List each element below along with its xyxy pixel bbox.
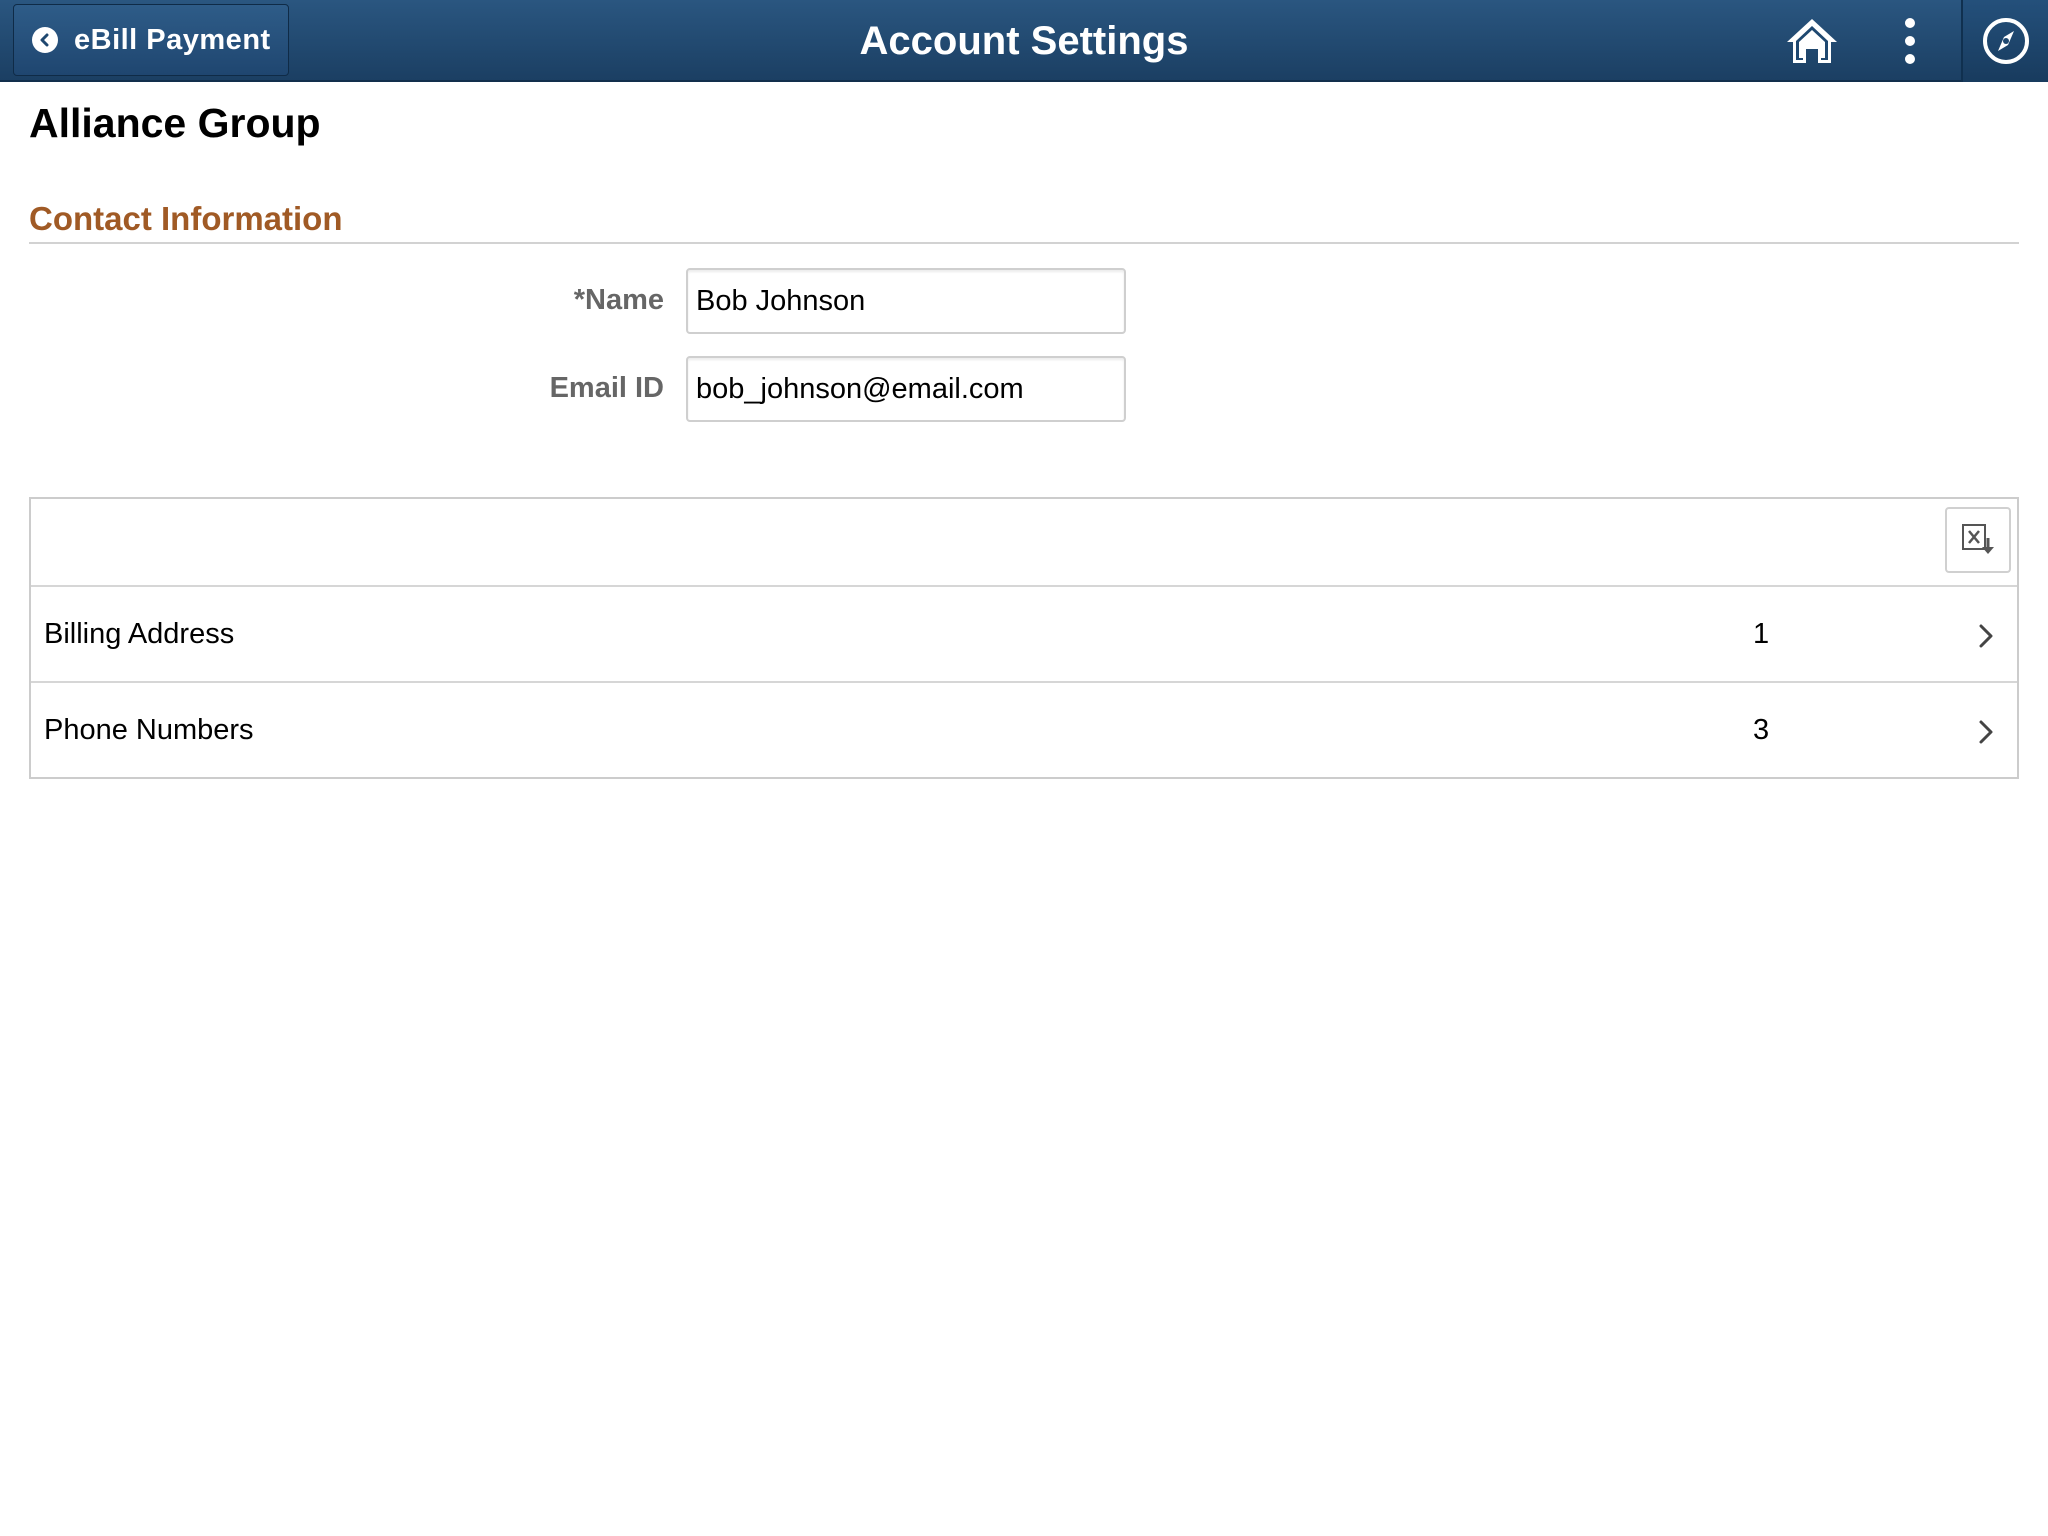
- row-count: 3: [1753, 714, 1770, 746]
- compass-icon: [1982, 18, 2029, 64]
- banner: eBill Payment Account Settings: [0, 0, 2048, 82]
- row-label: Phone Numbers: [44, 714, 254, 746]
- back-button-label: eBill Payment: [74, 23, 271, 56]
- page-header-title: Account Settings: [859, 19, 1189, 63]
- section-title-contact-information: Contact Information: [29, 200, 343, 237]
- email-field[interactable]: [686, 356, 1126, 422]
- grid-toolbar: [31, 499, 2017, 587]
- page-title: Alliance Group: [29, 100, 321, 146]
- vertical-ellipsis-icon: [1905, 18, 1915, 64]
- section-divider: [29, 242, 2019, 244]
- name-label: *Name: [573, 284, 664, 316]
- home-button[interactable]: [1784, 16, 1840, 66]
- name-field[interactable]: [686, 268, 1126, 334]
- grid-row-phone-numbers[interactable]: Phone Numbers 3: [31, 681, 2017, 777]
- row-label: Billing Address: [44, 618, 235, 650]
- home-icon: [1787, 19, 1837, 63]
- grid-row-billing-address[interactable]: Billing Address 1: [31, 587, 2017, 681]
- actions-menu-button[interactable]: [1890, 16, 1930, 66]
- export-to-excel-button[interactable]: [1945, 507, 2011, 573]
- row-count: 1: [1753, 618, 1770, 650]
- chevron-right-icon: [1979, 720, 1993, 744]
- navbar-button[interactable]: [1963, 0, 2048, 82]
- email-label: Email ID: [549, 372, 664, 404]
- export-to-excel-icon: [1962, 524, 1994, 554]
- settings-grid: Billing Address 1 Phone Numbers 3: [29, 497, 2019, 779]
- chevron-left-icon: [32, 27, 58, 53]
- back-button[interactable]: eBill Payment: [13, 4, 289, 76]
- chevron-right-icon: [1979, 624, 1993, 648]
